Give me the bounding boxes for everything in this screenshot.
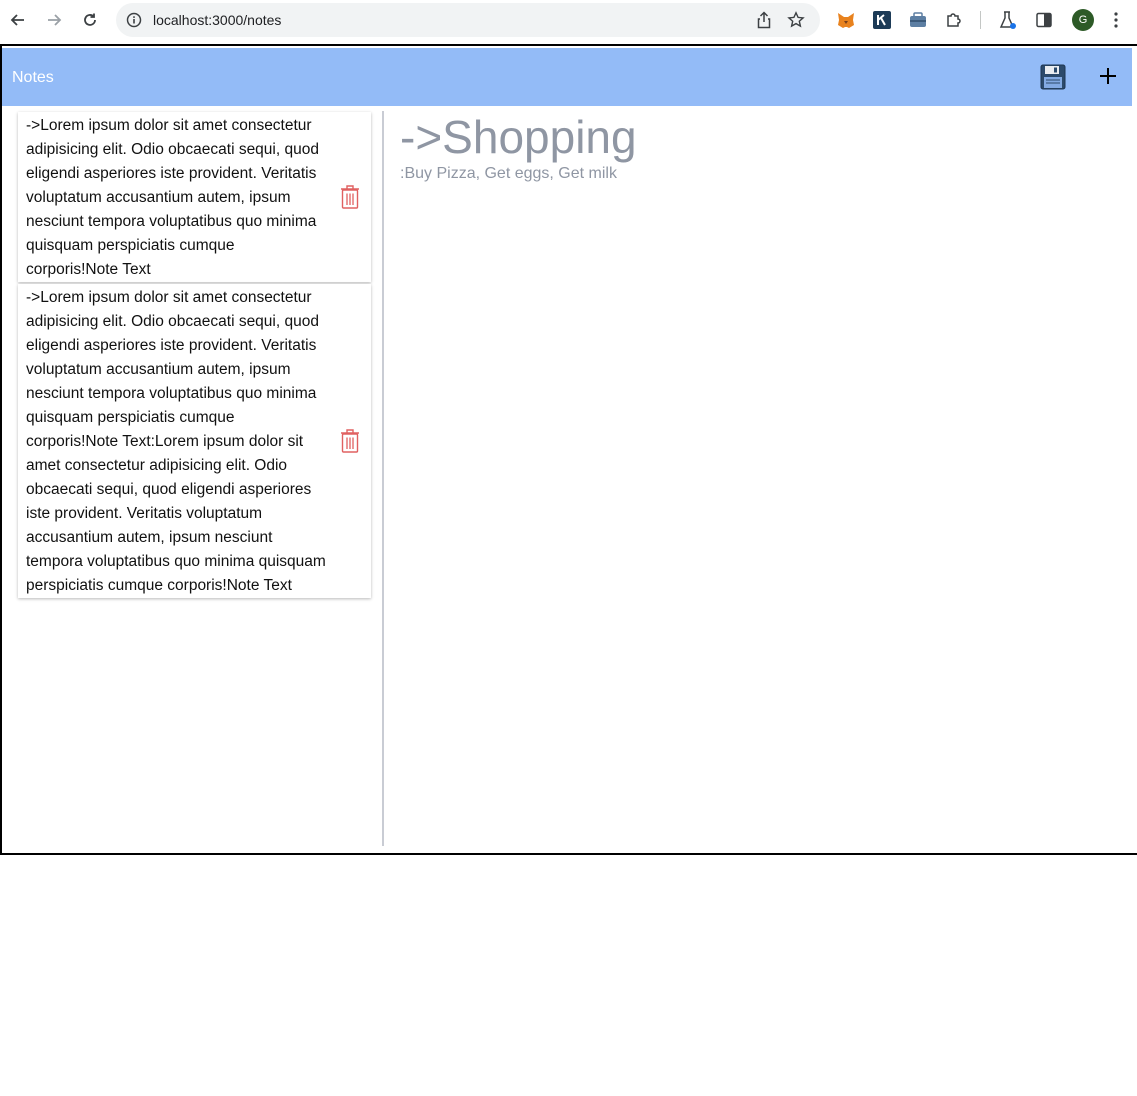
toolbar-separator bbox=[980, 11, 981, 29]
app-title: Notes bbox=[12, 69, 54, 86]
delete-note-button[interactable] bbox=[339, 428, 361, 454]
floppy-disk-icon bbox=[1040, 64, 1066, 90]
side-panel-icon[interactable] bbox=[1033, 9, 1055, 31]
labs-flask-icon[interactable] bbox=[997, 9, 1019, 31]
browser-toolbar: localhost:3000/notes G bbox=[0, 0, 1137, 40]
bookmark-star-icon[interactable] bbox=[786, 10, 806, 30]
note-text: ->Lorem ipsum dolor sit amet consectetur… bbox=[26, 289, 326, 594]
trash-icon bbox=[341, 185, 359, 209]
save-button[interactable] bbox=[1040, 64, 1066, 90]
extensions-puzzle-icon[interactable] bbox=[943, 9, 965, 31]
note-detail-body: :Buy Pizza, Get eggs, Get milk bbox=[400, 165, 617, 182]
browser-menu-icon[interactable] bbox=[1105, 9, 1127, 31]
delete-note-button[interactable] bbox=[339, 184, 361, 210]
trash-icon bbox=[341, 429, 359, 453]
forward-icon[interactable] bbox=[42, 8, 66, 32]
notes-list: ->Lorem ipsum dolor sit amet consectetur… bbox=[18, 112, 371, 598]
back-icon[interactable] bbox=[6, 8, 30, 32]
url-text[interactable]: localhost:3000/notes bbox=[153, 12, 281, 28]
toolbox-extension-icon[interactable] bbox=[907, 9, 929, 31]
keystone-extension-icon[interactable] bbox=[871, 9, 893, 31]
profile-avatar[interactable]: G bbox=[1072, 9, 1094, 31]
share-icon[interactable] bbox=[754, 10, 774, 30]
note-text: ->Lorem ipsum dolor sit amet consectetur… bbox=[26, 117, 319, 278]
plus-icon bbox=[1100, 68, 1116, 84]
address-bar[interactable]: localhost:3000/notes bbox=[116, 3, 820, 37]
note-card[interactable]: ->Lorem ipsum dolor sit amet consectetur… bbox=[18, 112, 371, 282]
metamask-extension-icon[interactable] bbox=[835, 9, 857, 31]
note-card[interactable]: ->Lorem ipsum dolor sit amet consectetur… bbox=[18, 284, 371, 598]
app-header: Notes bbox=[2, 48, 1132, 106]
pane-divider[interactable] bbox=[382, 111, 384, 846]
site-info-icon[interactable] bbox=[124, 10, 144, 30]
add-note-button[interactable] bbox=[1096, 64, 1120, 88]
reload-icon[interactable] bbox=[78, 8, 102, 32]
note-detail-title: ->Shopping bbox=[400, 111, 637, 163]
